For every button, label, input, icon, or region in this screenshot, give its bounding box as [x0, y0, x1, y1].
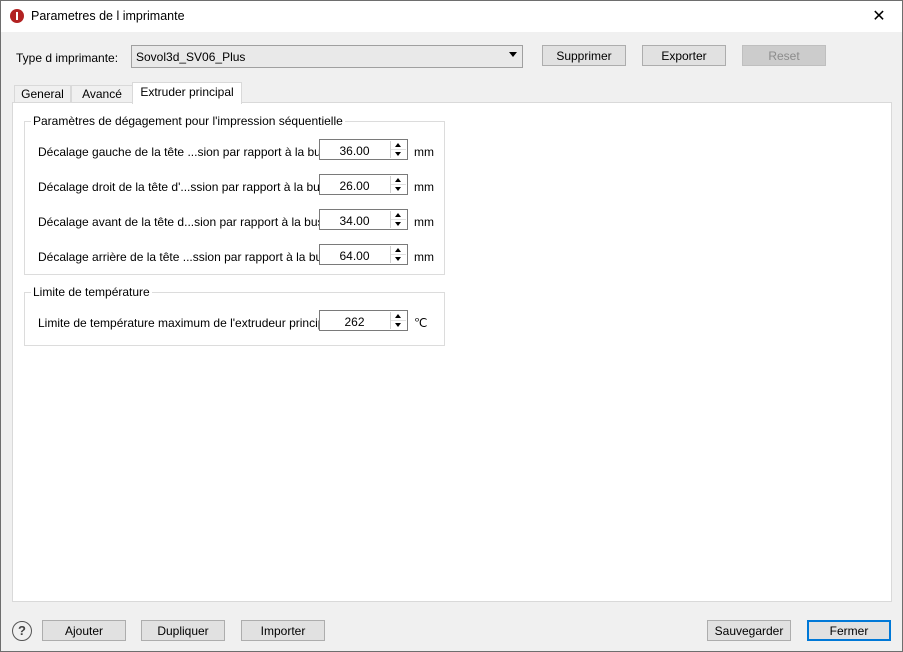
decrement-icon[interactable]	[391, 185, 406, 193]
reset-button[interactable]: Reset	[742, 45, 826, 66]
save-button[interactable]: Sauvegarder	[707, 620, 791, 641]
left-offset-value: 36.00	[339, 144, 370, 158]
right-offset-spinbox[interactable]: 26.00	[319, 174, 408, 195]
spin-buttons	[390, 211, 406, 228]
increment-icon[interactable]	[391, 141, 406, 150]
add-button[interactable]: Ajouter	[42, 620, 126, 641]
help-icon[interactable]: ?	[12, 621, 32, 641]
left-offset-spinbox[interactable]: 36.00	[319, 139, 408, 160]
right-offset-label: Décalage droit de la tête d'...ssion par…	[38, 180, 336, 194]
decrement-icon[interactable]	[391, 255, 406, 263]
rear-offset-value: 64.00	[339, 249, 370, 263]
delete-button[interactable]: Supprimer	[542, 45, 626, 66]
left-offset-unit: mm	[414, 145, 434, 159]
chevron-down-icon	[509, 52, 517, 57]
tab-panel: Paramètres de dégagement pour l'impressi…	[12, 102, 892, 602]
increment-icon[interactable]	[391, 246, 406, 255]
printer-settings-dialog: Parametres de l imprimante ✕ Type d impr…	[0, 0, 903, 652]
right-offset-unit: mm	[414, 180, 434, 194]
tab-main-extruder[interactable]: Extruder principal	[132, 82, 242, 104]
window-title: Parametres de l imprimante	[31, 9, 185, 23]
tab-advanced[interactable]: Avancé	[71, 85, 133, 103]
max-temp-spinbox[interactable]: 262	[319, 310, 408, 331]
spin-buttons	[390, 312, 406, 329]
rear-offset-label: Décalage arrière de la tête ...ssion par…	[38, 250, 339, 264]
increment-icon[interactable]	[391, 312, 406, 321]
title-bar: Parametres de l imprimante ✕	[1, 1, 902, 32]
decrement-icon[interactable]	[391, 321, 406, 329]
temperature-group-title: Limite de température	[31, 285, 152, 299]
printer-type-dropdown[interactable]: Sovol3d_SV06_Plus	[131, 45, 523, 68]
import-button[interactable]: Importer	[241, 620, 325, 641]
right-offset-value: 26.00	[339, 179, 370, 193]
duplicate-button[interactable]: Dupliquer	[141, 620, 225, 641]
export-button[interactable]: Exporter	[642, 45, 726, 66]
max-temp-label: Limite de température maximum de l'extru…	[38, 316, 338, 330]
rear-offset-unit: mm	[414, 250, 434, 264]
printer-app-icon	[10, 9, 24, 23]
increment-icon[interactable]	[391, 211, 406, 220]
rear-offset-spinbox[interactable]: 64.00	[319, 244, 408, 265]
temperature-group: Limite de température Limite de températ…	[24, 285, 445, 346]
spin-buttons	[390, 176, 406, 193]
printer-type-label: Type d imprimante:	[16, 51, 119, 65]
spin-buttons	[390, 141, 406, 158]
close-icon[interactable]: ✕	[856, 1, 902, 32]
tab-general[interactable]: General	[14, 85, 71, 103]
clearance-group-title: Paramètres de dégagement pour l'impressi…	[31, 114, 345, 128]
front-offset-value: 34.00	[339, 214, 370, 228]
printer-type-value: Sovol3d_SV06_Plus	[136, 50, 246, 64]
close-button[interactable]: Fermer	[807, 620, 891, 641]
front-offset-spinbox[interactable]: 34.00	[319, 209, 408, 230]
max-temp-unit: ℃	[414, 316, 428, 330]
increment-icon[interactable]	[391, 176, 406, 185]
clearance-group: Paramètres de dégagement pour l'impressi…	[24, 114, 445, 275]
spin-buttons	[390, 246, 406, 263]
decrement-icon[interactable]	[391, 150, 406, 158]
decrement-icon[interactable]	[391, 220, 406, 228]
front-offset-unit: mm	[414, 215, 434, 229]
front-offset-label: Décalage avant de la tête d...sion par r…	[38, 215, 334, 229]
max-temp-value: 262	[344, 315, 365, 329]
left-offset-label: Décalage gauche de la tête ...sion par r…	[38, 145, 337, 159]
